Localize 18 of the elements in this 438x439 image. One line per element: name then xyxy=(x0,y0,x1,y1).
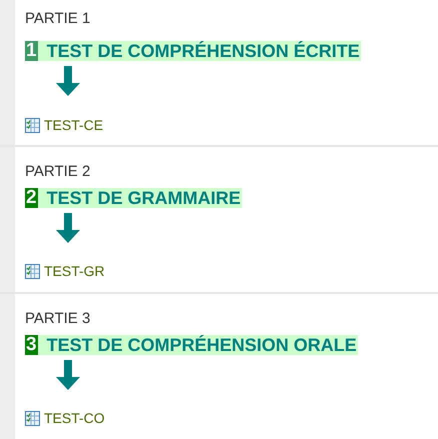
test-link[interactable]: TEST-CO xyxy=(44,408,105,429)
down-arrow-icon xyxy=(55,360,81,390)
number-badge: 1 xyxy=(25,41,38,61)
section-heading: TEST DE COMPRÉHENSION ÉCRITE xyxy=(38,41,361,61)
checklist-icon xyxy=(25,118,40,133)
part-label: PARTIE 1 xyxy=(25,10,92,28)
number-badge: 3 xyxy=(25,335,38,355)
test-link[interactable]: TEST-CE xyxy=(44,115,104,136)
section-heading: TEST DE COMPRÉHENSION ORALE xyxy=(38,335,358,355)
section-heading: TEST DE GRAMMAIRE xyxy=(38,188,242,208)
test-link[interactable]: TEST-GR xyxy=(44,261,105,282)
down-arrow-icon xyxy=(55,66,81,96)
part-label: PARTIE 3 xyxy=(25,310,92,328)
part-label: PARTIE 2 xyxy=(25,163,92,181)
checklist-icon xyxy=(25,264,40,279)
number-badge: 2 xyxy=(25,188,38,208)
down-arrow-icon xyxy=(55,213,81,243)
checklist-icon xyxy=(25,411,40,426)
